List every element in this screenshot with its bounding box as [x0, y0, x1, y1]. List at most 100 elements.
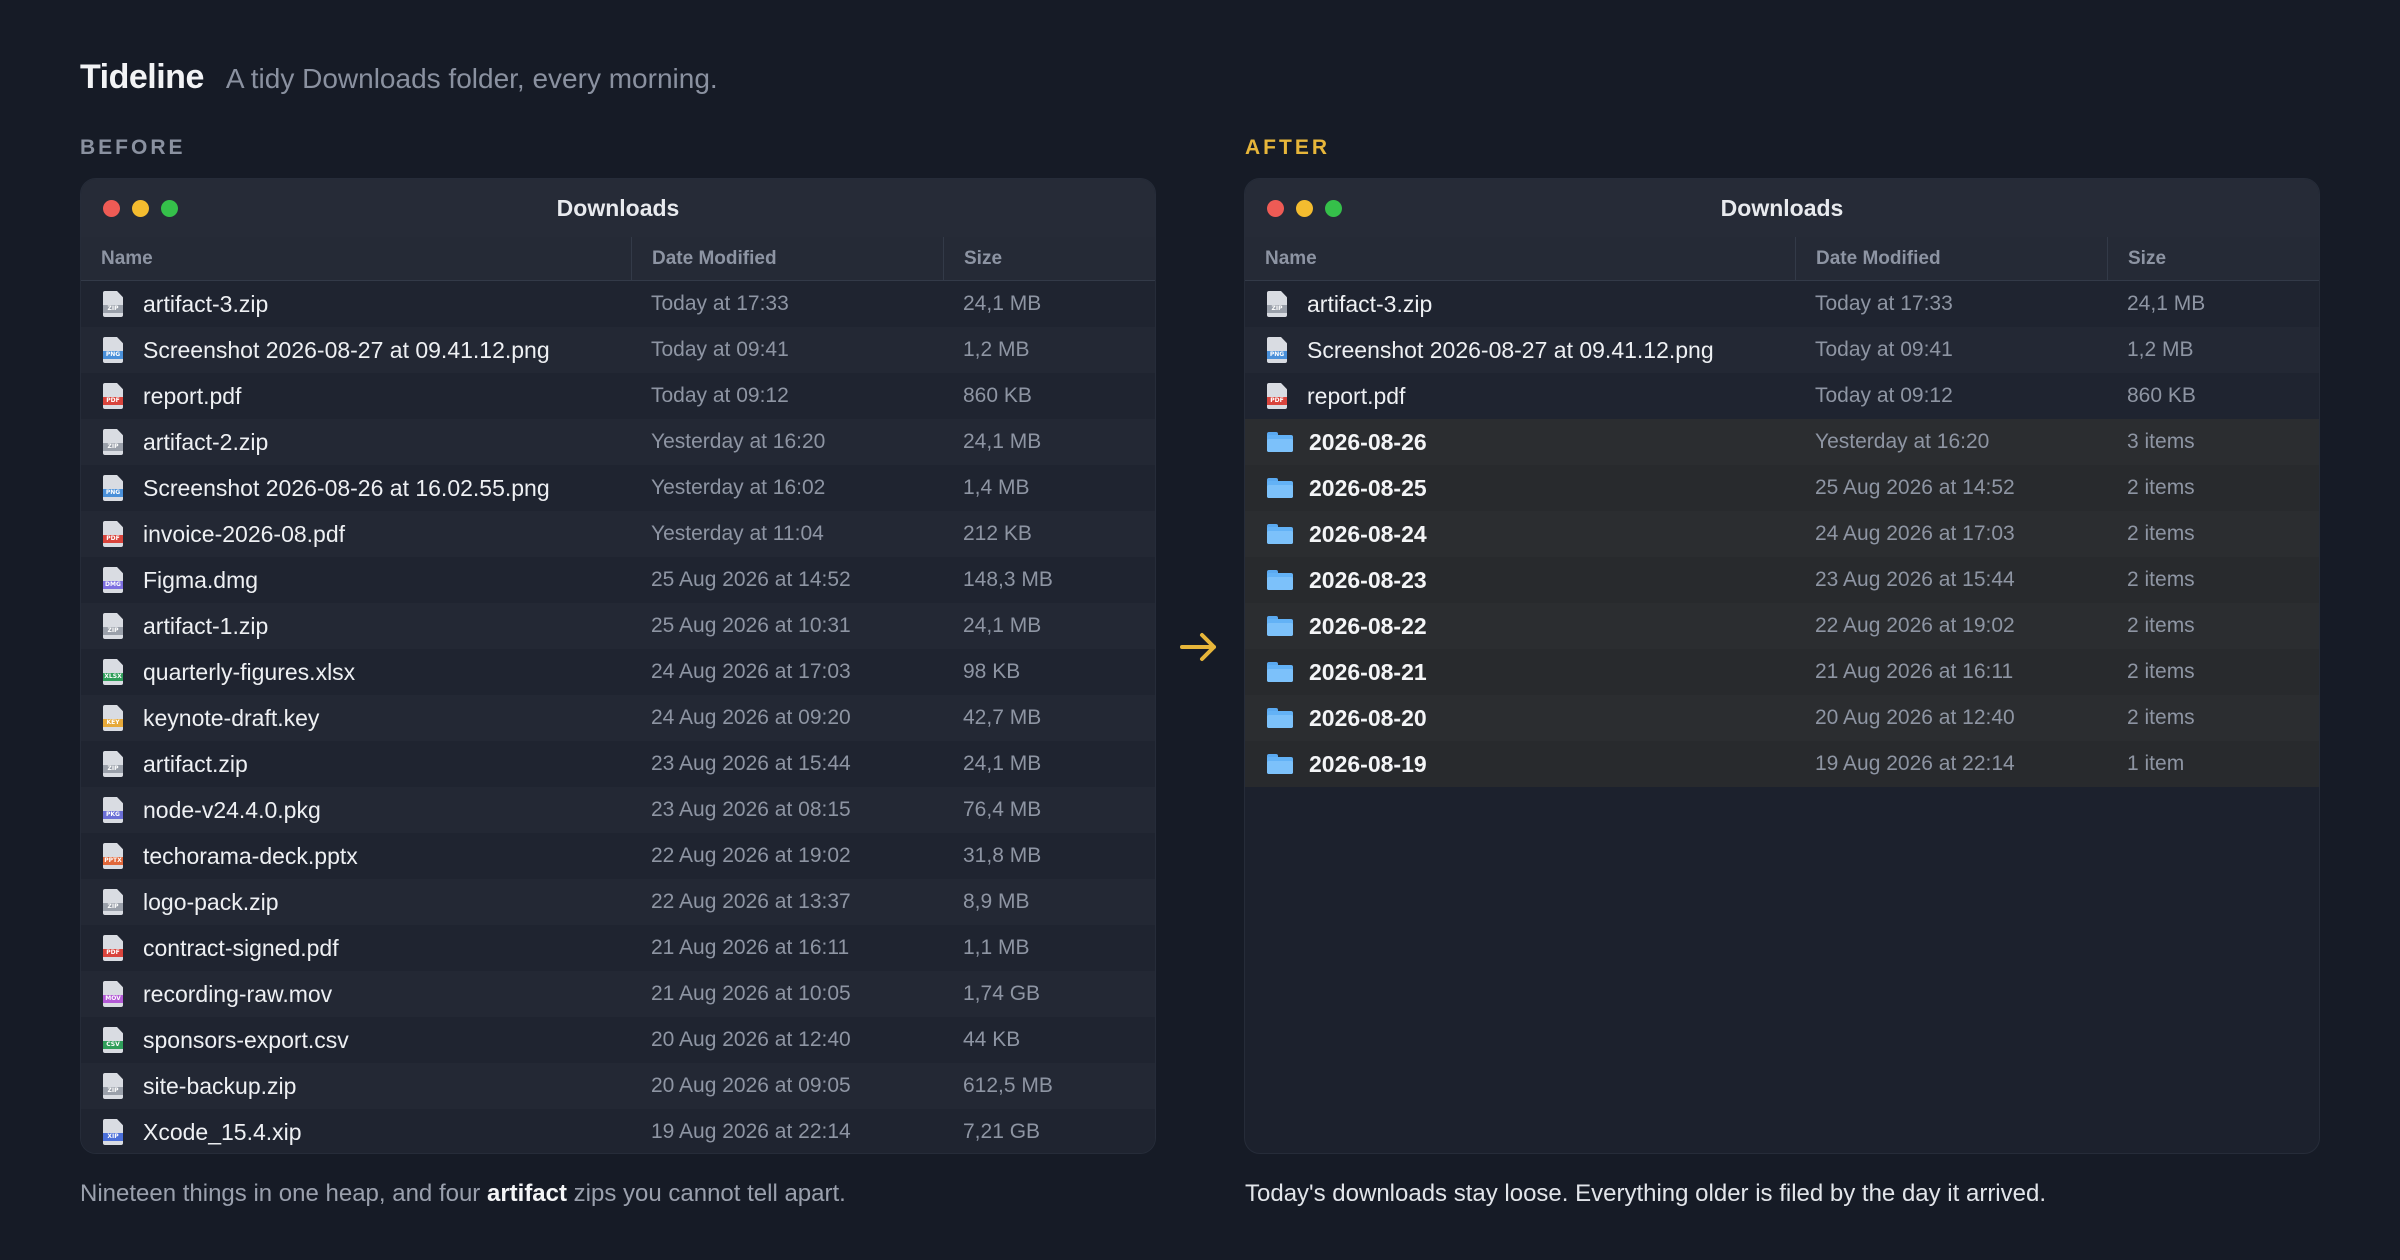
date-modified-cell: 19 Aug 2026 at 22:14 [651, 1120, 851, 1143]
minimize-button[interactable] [132, 200, 149, 217]
file-type-tag: DMG [103, 581, 123, 589]
name-cell: PKG node-v24.4.0.pkg [81, 797, 631, 824]
file-name: logo-pack.zip [143, 888, 279, 915]
file-type-tag: PDF [103, 397, 123, 405]
size-cell: 24,1 MB [963, 430, 1042, 453]
name-cell: 2026-08-24 [1245, 521, 1795, 548]
close-button[interactable] [103, 200, 120, 217]
file-name: 2026-08-26 [1309, 428, 1427, 455]
file-name: artifact-3.zip [1307, 290, 1433, 317]
folder-icon [1267, 662, 1293, 682]
file-row[interactable]: PDF contract-signed.pdf 21 Aug 2026 at 16:… [81, 925, 1155, 971]
folder-icon [1267, 616, 1293, 636]
file-row[interactable]: PDF invoice-2026-08.pdf Yesterday at 11:04… [81, 511, 1155, 557]
zoom-button[interactable] [161, 200, 178, 217]
file-row[interactable]: KEY keynote-draft.key 24 Aug 2026 at 09:20… [81, 695, 1155, 741]
file-row[interactable]: PDF report.pdf Today at 09:12 860 KB [1245, 373, 2319, 419]
file-name: artifact.zip [143, 750, 248, 777]
minimize-button[interactable] [1296, 200, 1313, 217]
file-icon: KEY [103, 705, 123, 731]
file-row[interactable]: ZIP artifact.zip 23 Aug 2026 at 15:44 24,1 … [81, 741, 1155, 787]
folder-row[interactable]: 2026-08-26 Yesterday at 16:20 3 items [1245, 419, 2319, 465]
file-row[interactable]: MOV recording-raw.mov 21 Aug 2026 at 10:05… [81, 971, 1155, 1017]
file-name: Screenshot 2026-08-26 at 16.02.55.png [143, 474, 550, 501]
file-row[interactable]: ZIP site-backup.zip 20 Aug 2026 at 09:05 61… [81, 1063, 1155, 1109]
column-header-name[interactable]: Name [1245, 237, 1795, 280]
file-row[interactable]: ZIP artifact-3.zip Today at 17:33 24,1 MB [81, 281, 1155, 327]
size-cell: 31,8 MB [963, 844, 1042, 867]
file-name: contract-signed.pdf [143, 934, 339, 961]
file-name: quarterly-figures.xlsx [143, 658, 356, 685]
size-cell: 24,1 MB [963, 292, 1042, 315]
column-header-date[interactable]: Date Modified [1795, 237, 2107, 280]
file-row[interactable]: PNG Screenshot 2026-08-27 at 09.41.12.png… [81, 327, 1155, 373]
size-cell: 8,9 MB [963, 890, 1030, 913]
date-modified-cell: 23 Aug 2026 at 08:15 [651, 798, 851, 821]
folder-row[interactable]: 2026-08-23 23 Aug 2026 at 15:44 2 items [1245, 557, 2319, 603]
name-cell: 2026-08-19 [1245, 751, 1795, 778]
file-name: 2026-08-22 [1309, 612, 1427, 639]
file-icon: PNG [103, 475, 123, 501]
name-cell: XLSX quarterly-figures.xlsx [81, 659, 631, 686]
file-row[interactable]: PDF report.pdf Today at 09:12 860 KB [81, 373, 1155, 419]
file-row[interactable]: DMG Figma.dmg 25 Aug 2026 at 14:52 148,3 MB [81, 557, 1155, 603]
file-name: techorama-deck.pptx [143, 842, 358, 869]
header: Tideline A tidy Downloads folder, every … [80, 58, 718, 97]
size-cell: 7,21 GB [963, 1120, 1041, 1143]
folder-icon [1267, 432, 1293, 452]
folder-icon [1267, 478, 1293, 498]
file-icon: ZIP [103, 889, 123, 915]
file-name: recording-raw.mov [143, 980, 333, 1007]
folder-row[interactable]: 2026-08-25 25 Aug 2026 at 14:52 2 items [1245, 465, 2319, 511]
file-name: 2026-08-23 [1309, 566, 1427, 593]
file-name: invoice-2026-08.pdf [143, 520, 346, 547]
date-modified-cell: 24 Aug 2026 at 17:03 [651, 660, 851, 683]
folder-row[interactable]: 2026-08-21 21 Aug 2026 at 16:11 2 items [1245, 649, 2319, 695]
file-row[interactable]: PPTX techorama-deck.pptx 22 Aug 2026 at 19… [81, 833, 1155, 879]
file-name: 2026-08-24 [1309, 520, 1427, 547]
date-modified-cell: 20 Aug 2026 at 09:05 [651, 1074, 851, 1097]
file-list: ZIP artifact-3.zip Today at 17:33 24,1 MB PN… [1245, 281, 2319, 787]
file-icon: ZIP [103, 1073, 123, 1099]
file-name: node-v24.4.0.pkg [143, 796, 321, 823]
file-icon: ZIP [103, 751, 123, 777]
file-row[interactable]: PKG node-v24.4.0.pkg 23 Aug 2026 at 08:15 7… [81, 787, 1155, 833]
close-button[interactable] [1267, 200, 1284, 217]
name-cell: PDF report.pdf [81, 383, 631, 410]
date-modified-cell: Today at 09:12 [651, 384, 789, 407]
folder-row[interactable]: 2026-08-20 20 Aug 2026 at 12:40 2 items [1245, 695, 2319, 741]
file-type-tag: PNG [103, 351, 123, 359]
file-type-tag: XIP [103, 1133, 123, 1141]
size-cell: 24,1 MB [2127, 292, 2206, 315]
folder-row[interactable]: 2026-08-19 19 Aug 2026 at 22:14 1 item [1245, 741, 2319, 787]
file-row[interactable]: ZIP logo-pack.zip 22 Aug 2026 at 13:37 8,9 … [81, 879, 1155, 925]
date-modified-cell: 24 Aug 2026 at 09:20 [651, 706, 851, 729]
file-row[interactable]: ZIP artifact-1.zip 25 Aug 2026 at 10:31 24,… [81, 603, 1155, 649]
folder-row[interactable]: 2026-08-24 24 Aug 2026 at 17:03 2 items [1245, 511, 2319, 557]
column-header-size[interactable]: Size [943, 237, 1155, 280]
file-name: report.pdf [1307, 382, 1406, 409]
file-row[interactable]: XIP Xcode_15.4.xip 19 Aug 2026 at 22:14 7,2… [81, 1109, 1155, 1153]
file-row[interactable]: PNG Screenshot 2026-08-27 at 09.41.12.png… [1245, 327, 2319, 373]
name-cell: 2026-08-22 [1245, 613, 1795, 640]
size-cell: 612,5 MB [963, 1074, 1053, 1097]
column-header-date[interactable]: Date Modified [631, 237, 943, 280]
file-row[interactable]: ZIP artifact-2.zip Yesterday at 16:20 24,1 … [81, 419, 1155, 465]
file-name: 2026-08-21 [1309, 658, 1427, 685]
file-name: 2026-08-19 [1309, 750, 1427, 777]
zoom-button[interactable] [1325, 200, 1342, 217]
column-header-name[interactable]: Name [81, 237, 631, 280]
size-cell: 148,3 MB [963, 568, 1053, 591]
file-type-tag: PKG [103, 811, 123, 819]
arrow-right-icon [1180, 633, 1216, 661]
folder-row[interactable]: 2026-08-22 22 Aug 2026 at 19:02 2 items [1245, 603, 2319, 649]
file-name: Figma.dmg [143, 566, 259, 593]
window-title: Downloads [556, 194, 680, 221]
file-row[interactable]: XLSX quarterly-figures.xlsx 24 Aug 2026 at… [81, 649, 1155, 695]
file-row[interactable]: PNG Screenshot 2026-08-26 at 16.02.55.png… [81, 465, 1155, 511]
before-label: BEFORE [80, 136, 186, 159]
file-type-tag: KEY [103, 719, 123, 727]
file-row[interactable]: CSV sponsors-export.csv 20 Aug 2026 at 12:… [81, 1017, 1155, 1063]
file-row[interactable]: ZIP artifact-3.zip Today at 17:33 24,1 MB [1245, 281, 2319, 327]
column-header-size[interactable]: Size [2107, 237, 2319, 280]
